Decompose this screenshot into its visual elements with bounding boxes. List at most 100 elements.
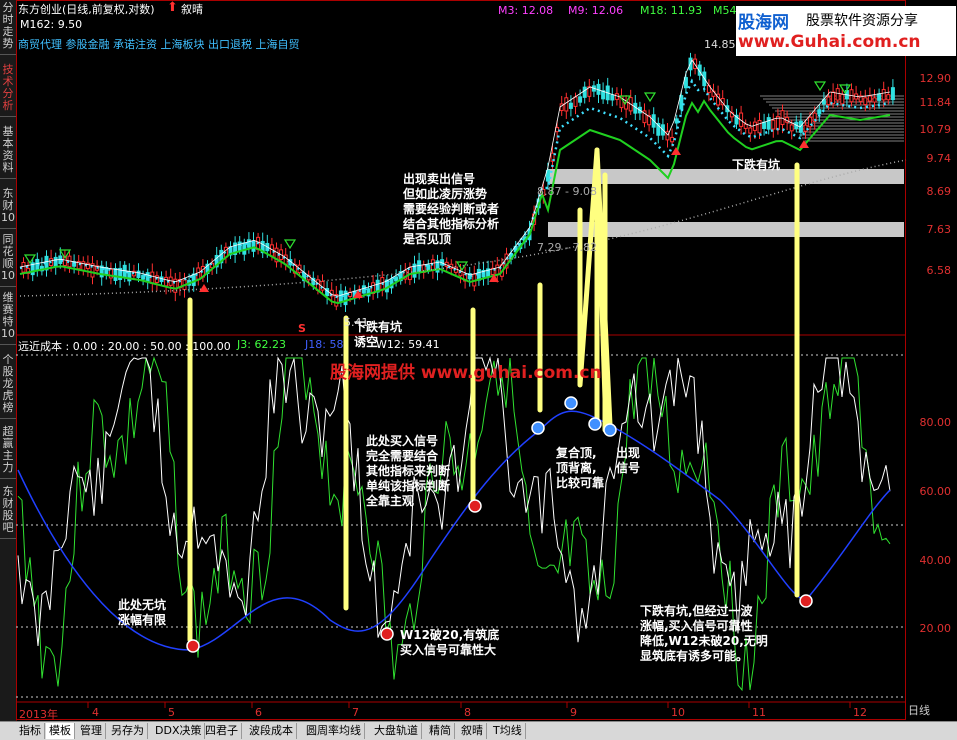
price-tick: 8.69: [926, 185, 952, 198]
candle-body: [21, 261, 26, 273]
annotation-right-note: 下跌有坑,但经过一波 涨幅,买入信号可靠性 降低,W12未破20,无明 显筑底有诱多…: [640, 604, 768, 663]
indicator-tick: 80.00: [919, 416, 952, 429]
candle-body: [748, 127, 753, 134]
annotation-no-pit: 此处无坑 涨幅有限: [118, 598, 167, 627]
candle-body: [803, 124, 808, 132]
ma-m162: M162: 9.50: [20, 18, 83, 31]
signal-dot: [531, 421, 545, 435]
tab-save-as[interactable]: 另存为: [108, 723, 148, 739]
candle-body: [578, 96, 583, 103]
sell-arrow-icon: [23, 254, 37, 265]
candle-body: [780, 110, 785, 126]
candle-body: [573, 96, 578, 107]
candle-body: [757, 120, 762, 134]
watermark-box: 股海网 股票软件资源分享 www.Guhai.com.cn: [736, 6, 956, 56]
candle-body: [246, 239, 251, 248]
annotation-sell-signal: 出现卖出信号 但如此凌厉涨势 需要经验判断或者 结合其他指标分析 是否见顶: [403, 172, 500, 246]
candle-body: [831, 91, 836, 104]
month-label: 8: [464, 706, 471, 719]
tab-template[interactable]: 模板: [46, 723, 75, 739]
candle-body: [766, 117, 771, 130]
candle-body: [53, 256, 58, 268]
ma-m9: M9: 12.06: [568, 4, 624, 17]
candle-body: [867, 95, 872, 102]
month-label: 12: [853, 706, 867, 719]
candle-body: [564, 97, 569, 112]
candle-body: [122, 264, 127, 279]
indicator-tick: 20.00: [919, 622, 952, 635]
sell-arrow-icon: [283, 239, 297, 250]
tab-t-ma[interactable]: T均线: [490, 723, 526, 739]
annotation-pit-trap: 下跌有坑 诱空: [354, 320, 403, 349]
signal-dot: [603, 423, 617, 437]
signal-dot: [799, 594, 813, 608]
high-price-label: 14.85: [704, 38, 736, 51]
annotation-w12-break: W12破20,有筑底 买入信号可靠性大: [400, 628, 500, 657]
band-label-lower: 7.29 - 7.82: [537, 241, 597, 254]
candle-body: [826, 96, 831, 106]
s-marker: S: [298, 322, 306, 335]
sell-arrow-icon: [643, 92, 657, 103]
month-label: 4: [92, 706, 99, 719]
sell-arrow-icon: [813, 81, 827, 92]
price-tick: 7.63: [926, 223, 952, 236]
candle-body: [670, 136, 675, 143]
signal-dot: [468, 499, 482, 513]
tab-ddx[interactable]: DDX决策: [152, 723, 206, 739]
tab-simplified[interactable]: 精简: [426, 723, 455, 739]
indicator-tab-bar: 指标 模板 管理 另存为 DDX决策 四君子 波段成本 圆周率均线 大盘轨道 精…: [0, 721, 957, 740]
candle-body: [872, 97, 877, 103]
candle-body: [191, 273, 196, 287]
month-label: 5: [168, 706, 175, 719]
tab-market-track[interactable]: 大盘轨道: [371, 723, 422, 739]
tab-indicator[interactable]: 指标: [16, 723, 45, 739]
candle-body: [394, 276, 399, 282]
ma-m18: M18: 11.93: [640, 4, 703, 17]
candle-body: [582, 86, 587, 98]
year-label: 2013年: [19, 708, 58, 721]
candle-body: [863, 97, 868, 106]
status-label: 叙晴: [181, 3, 203, 16]
candle-body: [242, 242, 247, 255]
price-tick: 11.84: [919, 96, 952, 109]
signal-dot: [186, 639, 200, 653]
signal-dot: [588, 417, 602, 431]
tab-manage[interactable]: 管理: [77, 723, 106, 739]
tab-band-cost[interactable]: 波段成本: [246, 723, 297, 739]
candle-body: [835, 88, 840, 101]
tab-pi-ma[interactable]: 圆周率均线: [303, 723, 365, 739]
candle-body: [145, 272, 150, 282]
candle-body: [886, 94, 891, 101]
candle-body: [752, 121, 757, 131]
buy-arrow-icon: [671, 147, 681, 155]
price-tick: 10.79: [919, 123, 952, 136]
band-label-upper: 8.87 - 9.08: [537, 185, 597, 198]
month-label: 10: [671, 706, 685, 719]
month-label: 9: [570, 706, 577, 719]
ma-m54: M54: [713, 4, 737, 17]
candle-body: [890, 87, 895, 101]
annotation-pit-right: 下跌有坑: [732, 158, 781, 172]
tab-four-gentlemen[interactable]: 四君子: [202, 723, 242, 739]
tab-xuqing[interactable]: 叙晴: [458, 723, 487, 739]
watermark-brand: 股海网: [738, 13, 789, 33]
indicator-j18: J18: 58: [305, 338, 344, 351]
candle-body: [771, 119, 776, 130]
month-label: 6: [255, 706, 262, 719]
ma-m3: M3: 12.08: [498, 4, 554, 17]
price-tick: 6.58: [926, 264, 952, 277]
stock-title: 东方创业(日线,前复权,对数): [18, 3, 155, 16]
concept-list: 商贸代理 参股金融 承诺注资 上海板块 出口退税 上海自贸: [18, 38, 300, 51]
candle-body: [495, 264, 500, 276]
indicator-name: 远近成本 : 0.00 : 20.00 : 50.00 : 100.00: [18, 340, 231, 353]
month-label: 11: [752, 706, 766, 719]
indicator-j3: J3: 62.23: [237, 338, 286, 351]
candle-body: [568, 102, 573, 109]
indicator-tick: 40.00: [919, 554, 952, 567]
period-label[interactable]: 日线: [908, 702, 930, 718]
buy-arrow-icon: [199, 284, 209, 292]
candle-body: [881, 89, 886, 101]
candle-body: [81, 261, 86, 271]
up-arrow-icon: ⬆: [167, 0, 178, 15]
signal-dot: [564, 396, 578, 410]
